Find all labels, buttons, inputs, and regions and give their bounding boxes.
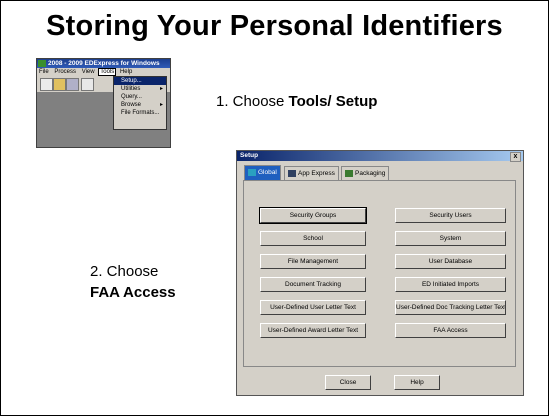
school-button[interactable]: School — [260, 231, 366, 246]
package-icon — [345, 169, 353, 177]
open-folder-icon[interactable] — [53, 78, 66, 91]
user-database-button[interactable]: User Database — [395, 254, 506, 269]
setup-dialog: Setup x Global App Express Packaging Sec… — [236, 150, 524, 396]
setup-dialog-title: Setup — [240, 152, 259, 159]
award-letter-text-button[interactable]: User-Defined Award Letter Text — [260, 323, 366, 338]
app-titlebar: 2008 - 2009 EDExpress for Windows — [37, 59, 170, 68]
slide-title: Storing Your Personal Identifiers — [46, 10, 503, 42]
submenu-arrow-icon: ▸ — [159, 102, 163, 108]
print-icon[interactable] — [66, 78, 79, 91]
faa-access-button[interactable]: FAA Access — [395, 323, 506, 338]
menu-view[interactable]: View — [80, 69, 97, 75]
tool-icon[interactable] — [81, 78, 94, 91]
new-document-icon[interactable] — [40, 78, 53, 91]
submenu-arrow-icon: ▸ — [159, 86, 163, 92]
file-management-button[interactable]: File Management — [260, 254, 366, 269]
close-button[interactable]: Close — [325, 375, 371, 390]
app-logo-icon — [38, 60, 46, 67]
step-1-emphasis: Tools/ Setup — [288, 93, 378, 110]
app-window-screenshot: 2008 - 2009 EDExpress for Windows File P… — [36, 58, 171, 148]
tools-menu: Setup... Utilities ▸ Query... Browse ▸ Fil… — [113, 76, 167, 130]
security-users-button[interactable]: Security Users — [395, 208, 506, 223]
doc-tracking-letter-text-button[interactable]: User-Defined Doc Tracking Letter Text — [395, 300, 506, 315]
help-button[interactable]: Help — [394, 375, 440, 390]
app-window-title: 2008 - 2009 EDExpress for Windows — [48, 60, 160, 67]
system-button[interactable]: System — [395, 231, 506, 246]
tools-menu-utilities[interactable]: Utilities ▸ — [114, 85, 166, 93]
tab-global[interactable]: Global — [244, 165, 281, 180]
tools-menu-query[interactable]: Query... — [114, 93, 166, 101]
app-menubar: File Process View Tools Help — [37, 68, 170, 76]
tools-menu-file-formats[interactable]: File Formats... — [114, 109, 166, 117]
menu-help[interactable]: Help — [118, 69, 134, 75]
document-tracking-button[interactable]: Document Tracking — [260, 277, 366, 292]
setup-dialog-titlebar: Setup x — [237, 151, 523, 162]
envelope-icon — [288, 169, 296, 177]
globe-icon — [248, 168, 256, 176]
tab-app-express[interactable]: App Express — [284, 166, 339, 180]
security-groups-button[interactable]: Security Groups — [259, 207, 367, 224]
menu-process[interactable]: Process — [52, 69, 78, 75]
step-2-emphasis: FAA Access — [90, 284, 176, 301]
tools-menu-browse[interactable]: Browse ▸ — [114, 101, 166, 109]
step-2-instruction: 2. Choose — [90, 263, 159, 280]
close-icon[interactable]: x — [510, 152, 521, 162]
ed-initiated-imports-button[interactable]: ED Initiated Imports — [395, 277, 506, 292]
step-1-instruction: 1. Choose Tools/ Setup — [216, 93, 378, 110]
user-letter-text-button[interactable]: User-Defined User Letter Text — [260, 300, 366, 315]
tab-packaging[interactable]: Packaging — [341, 166, 390, 180]
tools-menu-setup[interactable]: Setup... — [114, 77, 166, 85]
menu-tools[interactable]: Tools — [98, 68, 117, 76]
menu-file[interactable]: File — [37, 69, 51, 75]
global-tab-panel: Security Groups Security Users School Sy… — [243, 180, 516, 367]
